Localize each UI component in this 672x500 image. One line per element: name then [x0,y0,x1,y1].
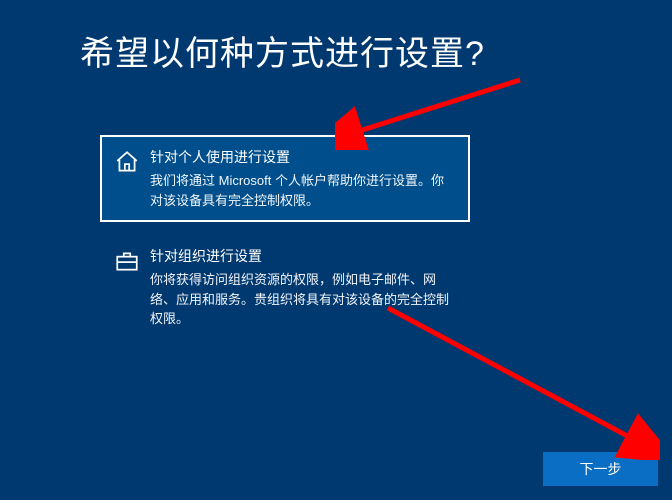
briefcase-icon [114,248,140,274]
home-icon [114,149,140,175]
option-organization-text: 针对组织进行设置 你将获得访问组织资源的权限，例如电子邮件、网络、应用和服务。贵… [150,246,456,329]
setup-options: 针对个人使用进行设置 我们将通过 Microsoft 个人帐户帮助你进行设置。你… [100,135,470,353]
page-title: 希望以何种方式进行设置? [80,26,485,75]
option-personal[interactable]: 针对个人使用进行设置 我们将通过 Microsoft 个人帐户帮助你进行设置。你… [100,135,470,222]
option-organization-title: 针对组织进行设置 [150,246,456,266]
next-button[interactable]: 下一步 [543,452,658,486]
option-organization-desc: 你将获得访问组织资源的权限，例如电子邮件、网络、应用和服务。贵组织将具有对该设备… [150,270,456,329]
option-personal-title: 针对个人使用进行设置 [150,147,456,167]
option-personal-text: 针对个人使用进行设置 我们将通过 Microsoft 个人帐户帮助你进行设置。你… [150,147,456,210]
option-organization[interactable]: 针对组织进行设置 你将获得访问组织资源的权限，例如电子邮件、网络、应用和服务。贵… [100,234,470,341]
option-personal-desc: 我们将通过 Microsoft 个人帐户帮助你进行设置。你对该设备具有完全控制权… [150,171,456,210]
